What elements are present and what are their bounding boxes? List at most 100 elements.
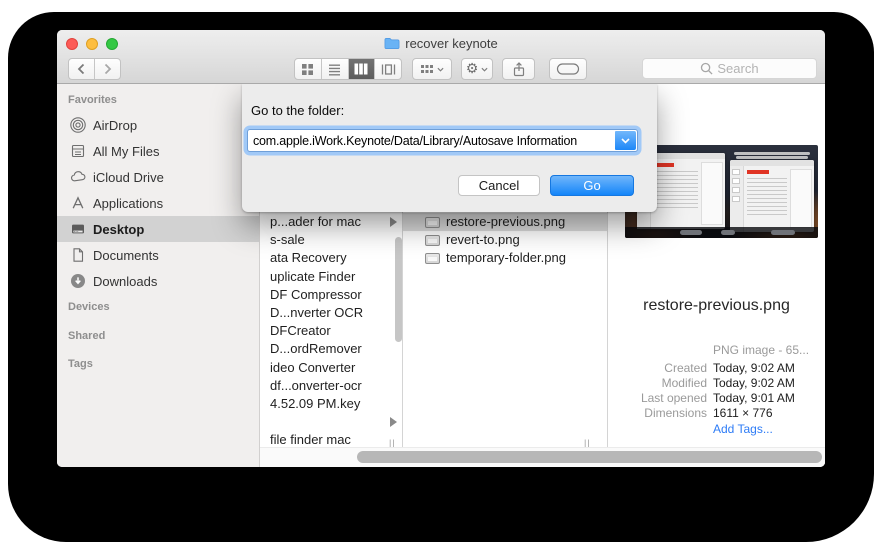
file-row[interactable] [260,413,402,431]
preview-kind: PNG image - 65... [713,343,810,357]
search-icon [701,62,713,75]
image-file-icon [425,216,440,228]
sidebar-item-icloud-drive[interactable]: iCloud Drive [57,164,259,190]
sidebar-item-label: Desktop [93,221,145,237]
preview-info-row: Last opened Today, 9:01 AM [640,391,795,405]
sidebar-item-all-my-files[interactable]: All My Files [57,138,259,164]
action-button[interactable]: ⚙ [461,58,493,80]
finder-window: recover keynote ⚙ Search Favorites AirDr… [57,30,825,467]
tag-icon [556,63,580,75]
desktop-icon [70,221,86,237]
sidebar-item-label: Downloads [93,273,158,289]
grid-view-icon [302,63,314,75]
list-view-icon [329,64,341,75]
column-view-icon [354,63,368,75]
sidebar-item-label: Documents [93,247,159,263]
file-row[interactable]: DFCreator [260,322,402,340]
share-icon [513,61,524,76]
view-grid-button[interactable] [295,59,321,79]
chevron-down-icon [621,137,630,144]
tags-button[interactable] [549,58,587,80]
file-row[interactable]: uplicate Finder [260,268,402,286]
all-my-files-icon [70,143,86,159]
window-title: recover keynote [405,36,498,51]
cloud-icon [70,169,86,185]
path-combo-box [247,129,638,152]
file-row[interactable]: revert-to.png [403,231,607,249]
cancel-button[interactable]: Cancel [458,175,540,196]
chevron-left-icon [77,63,85,75]
preview-info-row: Dimensions 1611 × 776 [644,406,773,420]
search-input[interactable]: Search [642,58,817,79]
disclosure-triangle-icon [390,217,397,227]
airdrop-icon [70,117,86,133]
horizontal-scrollbar-thumb[interactable] [357,451,822,463]
forward-button[interactable] [94,59,120,79]
file-row[interactable]: 4.52.09 PM.key [260,395,402,413]
file-row[interactable]: p...ader for mac [260,213,402,231]
disclosure-triangle-icon [390,417,397,428]
sidebar: Favorites AirDrop All My Files iCloud Dr… [57,84,260,467]
go-to-folder-input[interactable] [248,130,618,151]
file-row[interactable]: DF Compressor [260,286,402,304]
view-coverflow-button[interactable] [374,59,401,79]
file-row[interactable]: temporary-folder.png [403,249,607,267]
preview-info-row: Modified Today, 9:02 AM [661,376,795,390]
sidebar-item-label: Applications [93,195,164,211]
horizontal-scrollbar-track[interactable] [260,447,825,467]
file-row[interactable]: s-sale [260,231,402,249]
file-row-selected[interactable]: restore-previous.png [403,213,607,232]
preview-filename: restore-previous.png [643,297,790,314]
column-resize-handle[interactable]: || [389,439,397,448]
file-row[interactable]: ata Recovery [260,249,402,267]
chevron-down-icon [437,67,444,72]
coverflow-view-icon [381,63,395,75]
preview-kind-row: PNG image - 65... [608,343,825,357]
go-to-folder-dialog: Go to the folder: Cancel Go [242,84,657,212]
go-button[interactable]: Go [550,175,634,196]
file-row[interactable]: ideo Converter [260,359,402,377]
chevron-down-icon [481,67,488,72]
sidebar-header-favorites: Favorites [68,94,117,106]
image-file-icon [425,234,440,246]
sidebar-header-tags: Tags [68,358,93,370]
sidebar-item-airdrop[interactable]: AirDrop [57,112,259,138]
back-button[interactable] [69,59,94,79]
sidebar-item-applications[interactable]: Applications [57,190,259,216]
applications-icon [70,195,86,211]
dialog-title: Go to the folder: [251,103,345,118]
add-tags-link[interactable]: Add Tags... [713,422,773,436]
sidebar-item-downloads[interactable]: Downloads [57,268,259,294]
search-placeholder: Search [717,61,759,76]
image-file-icon [425,252,440,264]
view-columns-button[interactable] [347,59,375,79]
preview-info-row: Created Today, 9:02 AM [664,361,795,375]
share-button[interactable] [502,58,535,80]
preview-add-tags-row: Add Tags... [608,422,825,436]
document-icon [70,247,86,263]
window-chrome: recover keynote ⚙ Search [57,30,825,84]
thumbnail-window [730,160,814,232]
view-list-button[interactable] [320,59,348,79]
window-title-area: recover keynote [57,35,825,52]
gear-icon: ⚙ [465,61,479,77]
sidebar-item-label: All My Files [93,143,160,159]
sidebar-item-label: iCloud Drive [93,169,164,185]
sidebar-item-desktop[interactable]: Desktop [57,216,259,242]
sidebar-header-devices: Devices [68,301,110,313]
arrange-button[interactable] [412,58,452,80]
column1-vertical-scrollbar[interactable] [395,237,402,342]
sidebar-item-label: AirDrop [93,117,138,133]
column-resize-handle[interactable]: || [584,439,592,448]
nav-buttons [68,58,121,80]
view-mode-control [294,58,402,80]
file-row[interactable]: D...nverter OCR [260,304,402,322]
downloads-icon [70,273,86,289]
screenshot-stage: recover keynote ⚙ Search Favorites AirDr… [0,0,882,548]
file-row[interactable]: D...ordRemover [260,340,402,358]
path-dropdown-button[interactable] [615,131,636,150]
file-row[interactable]: df...onverter-ocr [260,377,402,395]
sidebar-header-shared: Shared [68,330,106,342]
sidebar-item-documents[interactable]: Documents [57,242,259,268]
arrange-icon [421,64,433,73]
